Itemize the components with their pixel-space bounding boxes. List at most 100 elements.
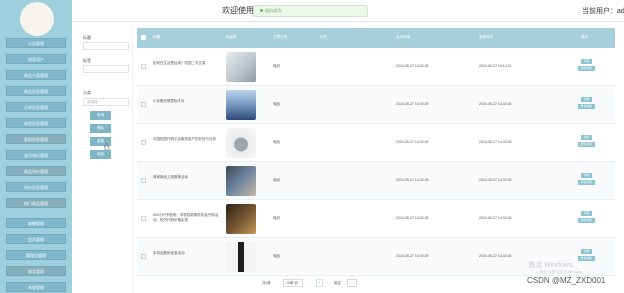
- current-user: 当前用户：admin: [582, 8, 624, 15]
- sidebar-item-product[interactable]: 商品信息管理: [6, 86, 66, 96]
- edit-button[interactable]: 修改详情: [578, 218, 595, 223]
- sidebar-item-rank[interactable]: 宝贝排行管理: [6, 150, 66, 160]
- row-updated: 2024-05-27 15:14:21: [479, 64, 512, 68]
- title-label: 标题: [83, 35, 91, 40]
- sidebar-item-shipping[interactable]: 收货信息管理: [6, 118, 66, 128]
- row-created: 2024-05-27 14:32:25: [396, 64, 429, 68]
- sidebar-item-category[interactable]: 商品分类管理: [6, 70, 66, 80]
- header-created: 发布时间: [396, 35, 410, 39]
- edit-button[interactable]: 修改详情: [578, 104, 595, 109]
- toast-text: 退出成功!: [265, 8, 283, 13]
- query-button[interactable]: 查询: [90, 111, 111, 120]
- sidebar-item-type[interactable]: 类别信息管理: [6, 134, 66, 144]
- prev-page-icon[interactable]: ‹: [309, 281, 310, 285]
- row-updated: 2024-05-27 14:32:25: [479, 140, 512, 144]
- view-button[interactable]: 详情: [581, 97, 592, 102]
- table-row[interactable]: 800小时不断电！学校招新服务协会代购活动，校内代购价格实惠 商品 2024-0…: [137, 200, 615, 238]
- edit-button[interactable]: 修改详情: [578, 180, 595, 185]
- row-created: 2024-05-27 14:32:25: [396, 178, 429, 182]
- header-type: 文章分类: [273, 35, 287, 39]
- avatar[interactable]: [20, 2, 54, 36]
- sidebar-item-admin[interactable]: 管理员管理: [6, 250, 66, 260]
- row-updated: 2024-05-27 14:32:25: [479, 178, 512, 182]
- delete-button[interactable]: 删除: [90, 124, 111, 133]
- sidebar-item-hot[interactable]: 热门商品管理: [6, 198, 66, 208]
- sidebar-item-message[interactable]: 留言管理: [6, 266, 66, 276]
- hand-cursor-icon: [104, 143, 110, 150]
- page-size-select[interactable]: 10条/页: [283, 279, 303, 287]
- tag-input[interactable]: [83, 65, 129, 73]
- row-title: 手机及数码优惠活动: [153, 251, 185, 255]
- goto-label: 前往: [334, 281, 341, 285]
- row-checkbox[interactable]: [141, 64, 146, 69]
- tag-label: 标签: [83, 58, 91, 63]
- row-title: 小长假去哪里玩才好: [153, 99, 185, 103]
- row-checkbox[interactable]: [141, 254, 146, 259]
- row-updated: 2024-05-27 14:32:25: [479, 254, 512, 258]
- row-type: 商品: [273, 102, 280, 106]
- row-created: 2024-05-27 14:32:25: [396, 102, 429, 106]
- row-type: 商品: [273, 216, 280, 220]
- edit-button[interactable]: 修改详情: [578, 142, 595, 147]
- category-select[interactable]: 请选择: [83, 98, 129, 106]
- cover-image: [226, 52, 256, 82]
- sidebar-item-notice[interactable]: 公告管理: [6, 38, 66, 48]
- header-tag: 标签: [320, 35, 327, 39]
- pagination-total: 共6条: [262, 281, 271, 285]
- add-button[interactable]: 添加: [90, 150, 111, 159]
- success-icon: [260, 9, 263, 13]
- select-all-checkbox[interactable]: [141, 35, 146, 40]
- header-actions: 操作: [581, 35, 588, 39]
- row-type: 商品: [273, 140, 280, 144]
- view-button[interactable]: 详情: [581, 59, 592, 64]
- row-type: 商品: [273, 254, 280, 258]
- row-checkbox[interactable]: [141, 178, 146, 183]
- windows-activation-hint: 转到“设置”以激活 Windows。: [540, 270, 586, 274]
- sidebar-item-order[interactable]: 订单信息管理: [6, 102, 66, 112]
- sidebar-item-system[interactable]: 系统管理: [6, 282, 66, 292]
- header-title: 标题: [153, 35, 160, 39]
- row-checkbox[interactable]: [141, 216, 146, 221]
- csdn-watermark: CSDN @MZ_ZXD001: [527, 276, 606, 285]
- view-button[interactable]: 详情: [581, 173, 592, 178]
- table-row[interactable]: 商家新品上架推荐活动 商品 2024-05-27 14:32:25 2024-0…: [137, 162, 615, 200]
- title-input[interactable]: [83, 42, 129, 50]
- sidebar-item-carousel[interactable]: 轮播管理: [6, 218, 66, 228]
- table-row[interactable]: 中国校园代购平台服务用户的好处与分析 商品 2024-05-27 14:32:2…: [137, 124, 615, 162]
- windows-activation: 激活 Windows: [528, 262, 573, 269]
- table-row[interactable]: 如何在生活里运用？校园二手交易 商品 2024-05-27 14:32:25 2…: [137, 48, 615, 86]
- header-updated: 更新时间: [479, 35, 493, 39]
- row-created: 2024-05-27 14:32:25: [396, 254, 429, 258]
- view-button[interactable]: 详情: [581, 135, 592, 140]
- row-checkbox[interactable]: [141, 140, 146, 145]
- cover-image: [226, 166, 256, 196]
- cover-image: [226, 90, 256, 120]
- goto-input[interactable]: [347, 279, 357, 287]
- row-created: 2024-05-27 14:32:25: [396, 140, 429, 144]
- row-title: 如何在生活里运用？校园二手交易: [153, 61, 206, 65]
- next-page-icon[interactable]: ›: [327, 281, 328, 285]
- row-updated: 2024-05-27 14:32:25: [479, 216, 512, 220]
- row-title: 800小时不断电！学校招新服务协会代购活动，校内代购价格实惠: [153, 213, 219, 222]
- row-updated: 2024-05-27 14:32:25: [479, 102, 512, 106]
- page-number[interactable]: 1: [316, 279, 323, 287]
- table-row[interactable]: 小长假去哪里玩才好 商品 2024-05-27 14:32:25 2024-05…: [137, 86, 615, 124]
- row-title: 商家新品上架推荐活动: [153, 175, 188, 179]
- row-title: 中国校园代购平台服务用户的好处与分析: [153, 137, 216, 141]
- view-button[interactable]: 详情: [581, 211, 592, 216]
- sidebar: 公告管理 商家用户 商品分类管理 商品信息管理 订单信息管理 收货信息管理 类别…: [0, 0, 72, 293]
- edit-button[interactable]: 修改详情: [578, 66, 595, 71]
- table-header: 标题 封面图 文章分类 标签 发布时间 更新时间 操作: [137, 28, 615, 48]
- header-cover: 封面图: [226, 35, 237, 39]
- row-type: 商品: [273, 178, 280, 182]
- sidebar-item-review[interactable]: 商品评价管理: [6, 166, 66, 176]
- sidebar-item-evaluation[interactable]: 评价信息管理: [6, 182, 66, 192]
- edit-button[interactable]: 修改详情: [578, 256, 595, 261]
- view-button[interactable]: 详情: [581, 249, 592, 254]
- sidebar-item-merchant[interactable]: 商家用户: [6, 54, 66, 64]
- sidebar-item-member[interactable]: 会员管理: [6, 234, 66, 244]
- row-created: 2024-05-27 14:32:25: [396, 216, 429, 220]
- row-type: 商品: [273, 64, 280, 68]
- row-checkbox[interactable]: [141, 102, 146, 107]
- toast-message: 退出成功!: [253, 5, 368, 17]
